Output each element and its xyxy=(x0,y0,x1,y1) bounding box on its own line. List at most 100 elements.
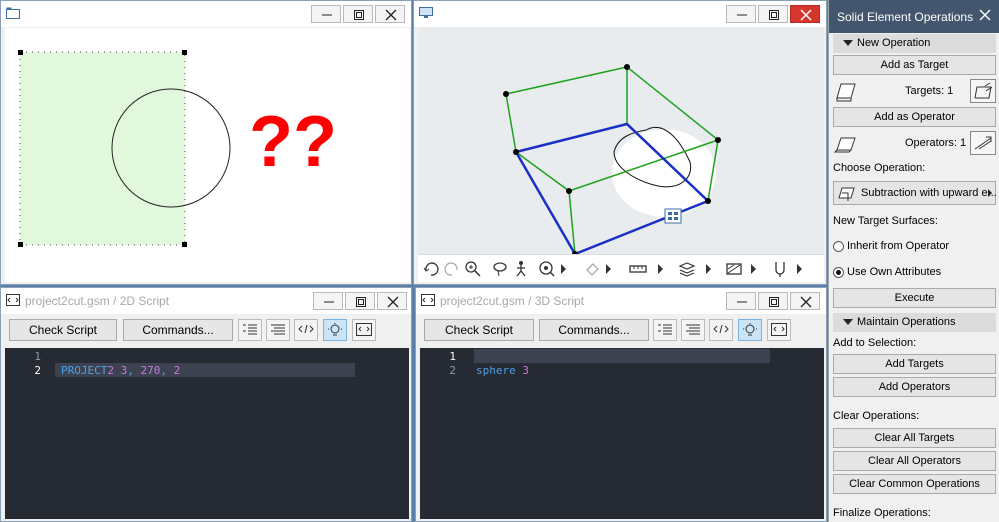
list-icon xyxy=(271,324,285,335)
add-as-target-button[interactable]: Add as Target xyxy=(833,55,996,75)
add-to-selection-label: Add to Selection: xyxy=(833,337,917,349)
close-button[interactable] xyxy=(790,292,820,310)
paint-icon[interactable] xyxy=(584,260,602,278)
bulb-icon xyxy=(743,323,757,336)
code-line: PROJECT2 3, 270, 2 xyxy=(61,364,180,377)
add-as-operator-button[interactable]: Add as Operator xyxy=(833,107,996,127)
close-button[interactable] xyxy=(377,292,407,310)
add-targets-button[interactable]: Add Targets xyxy=(833,354,996,374)
code-format-button[interactable] xyxy=(294,319,318,341)
clear-all-targets-button[interactable]: Clear All Targets xyxy=(833,428,996,448)
collapse-triangle-icon xyxy=(843,319,853,325)
layers-icon[interactable] xyxy=(678,260,696,278)
dropdown-arrow-icon[interactable] xyxy=(751,264,756,274)
select-targets-button[interactable] xyxy=(970,79,996,103)
use-own-attributes-label[interactable]: Use Own Attributes xyxy=(847,266,941,278)
minimize-icon xyxy=(737,301,747,303)
orbit-icon[interactable] xyxy=(422,260,440,278)
highlight-button[interactable] xyxy=(738,319,762,341)
minimize-button[interactable] xyxy=(726,5,756,23)
2d-canvas[interactable]: ?? xyxy=(5,28,410,282)
commands-button[interactable]: Commands... xyxy=(539,319,649,341)
check-script-button[interactable]: Check Script xyxy=(9,319,117,341)
hotspot[interactable] xyxy=(18,242,23,247)
use-own-attributes-radio[interactable] xyxy=(833,267,844,278)
measure-icon[interactable] xyxy=(629,260,647,278)
code-token: , xyxy=(160,364,174,377)
projected-rectangle xyxy=(19,51,186,246)
render-style-icon[interactable] xyxy=(725,260,743,278)
2d-code-editor[interactable]: 1 2 PROJECT2 3, 270, 2 xyxy=(5,348,409,519)
dropdown-arrow-icon[interactable] xyxy=(561,264,566,274)
code-token: sphere xyxy=(476,364,523,377)
minimize-icon xyxy=(324,301,334,303)
operation-selected-value: Subtraction with upward e... xyxy=(861,187,997,199)
selection-glyph-icon[interactable] xyxy=(664,208,682,224)
targets-count: Targets: 1 xyxy=(905,85,954,97)
close-button[interactable] xyxy=(790,5,820,23)
zoom-fit-icon[interactable] xyxy=(538,260,556,278)
script-window-button[interactable] xyxy=(767,319,791,341)
clear-common-operations-button[interactable]: Clear Common Operations xyxy=(833,474,996,494)
maximize-button[interactable] xyxy=(343,5,373,23)
redo-icon[interactable] xyxy=(443,260,461,278)
2d-view-window: ?? xyxy=(0,0,412,285)
clear-all-operators-button[interactable]: Clear All Operators xyxy=(833,451,996,471)
target-select-icon xyxy=(974,82,993,99)
highlight-button[interactable] xyxy=(323,319,347,341)
close-button[interactable] xyxy=(375,5,405,23)
maximize-button[interactable] xyxy=(345,292,375,310)
minimize-button[interactable] xyxy=(313,292,343,310)
outdent-button[interactable] xyxy=(681,319,705,341)
walk-icon[interactable] xyxy=(512,260,530,278)
window-title: project2cut.gsm / 2D Script xyxy=(25,294,170,308)
code-icon xyxy=(298,324,314,334)
indent-button[interactable] xyxy=(653,319,677,341)
new-operation-section-header[interactable]: New Operation xyxy=(833,34,996,53)
dropdown-arrow-icon[interactable] xyxy=(658,264,663,274)
3d-canvas[interactable] xyxy=(418,28,824,282)
3d-script-window: project2cut.gsm / 3D Script Check Script… xyxy=(415,287,827,522)
3d-code-editor[interactable]: 1 2 sphere 3 xyxy=(420,348,824,519)
minimize-button[interactable] xyxy=(311,5,341,23)
zoom-in-icon[interactable] xyxy=(464,260,482,278)
hotspot[interactable] xyxy=(182,50,187,55)
check-script-button[interactable]: Check Script xyxy=(424,319,534,341)
section-label: Maintain Operations xyxy=(857,316,956,328)
maximize-button[interactable] xyxy=(758,5,788,23)
dropdown-arrow-icon[interactable] xyxy=(706,264,711,274)
collapse-triangle-icon xyxy=(843,40,853,46)
close-icon xyxy=(387,296,399,308)
dropdown-arrow-icon[interactable] xyxy=(606,264,611,274)
script-window-button[interactable] xyxy=(352,319,376,341)
inherit-from-operator-radio[interactable] xyxy=(833,241,844,252)
code-format-button[interactable] xyxy=(709,319,733,341)
execute-button[interactable]: Execute xyxy=(833,288,996,308)
pen-icon[interactable] xyxy=(771,260,789,278)
script-window-icon xyxy=(421,294,435,306)
3d-navigation-toolbar xyxy=(418,254,824,282)
hotspot[interactable] xyxy=(18,50,23,55)
minimize-button[interactable] xyxy=(726,292,756,310)
dropdown-arrow-icon[interactable] xyxy=(797,264,802,274)
operation-select[interactable]: Subtraction with upward e... xyxy=(833,181,997,205)
inherit-from-operator-label[interactable]: Inherit from Operator xyxy=(847,240,949,252)
2d-view-titlebar xyxy=(1,1,411,27)
maximize-button[interactable] xyxy=(758,292,788,310)
outdent-button[interactable] xyxy=(266,319,290,341)
indent-button[interactable] xyxy=(238,319,262,341)
list-icon xyxy=(686,324,700,335)
code-window-icon xyxy=(356,323,372,336)
hotspot[interactable] xyxy=(182,242,187,247)
maintain-operations-section-header[interactable]: Maintain Operations xyxy=(833,313,996,332)
lasso-icon[interactable] xyxy=(491,260,509,278)
close-icon[interactable] xyxy=(979,9,991,21)
commands-button[interactable]: Commands... xyxy=(123,319,233,341)
select-operators-button[interactable] xyxy=(970,131,996,155)
code-number: 2 xyxy=(173,364,181,377)
section-label: New Operation xyxy=(857,37,931,49)
question-marks: ?? xyxy=(249,102,337,182)
operator-element-icon xyxy=(833,137,856,153)
add-operators-button[interactable]: Add Operators xyxy=(833,377,996,397)
